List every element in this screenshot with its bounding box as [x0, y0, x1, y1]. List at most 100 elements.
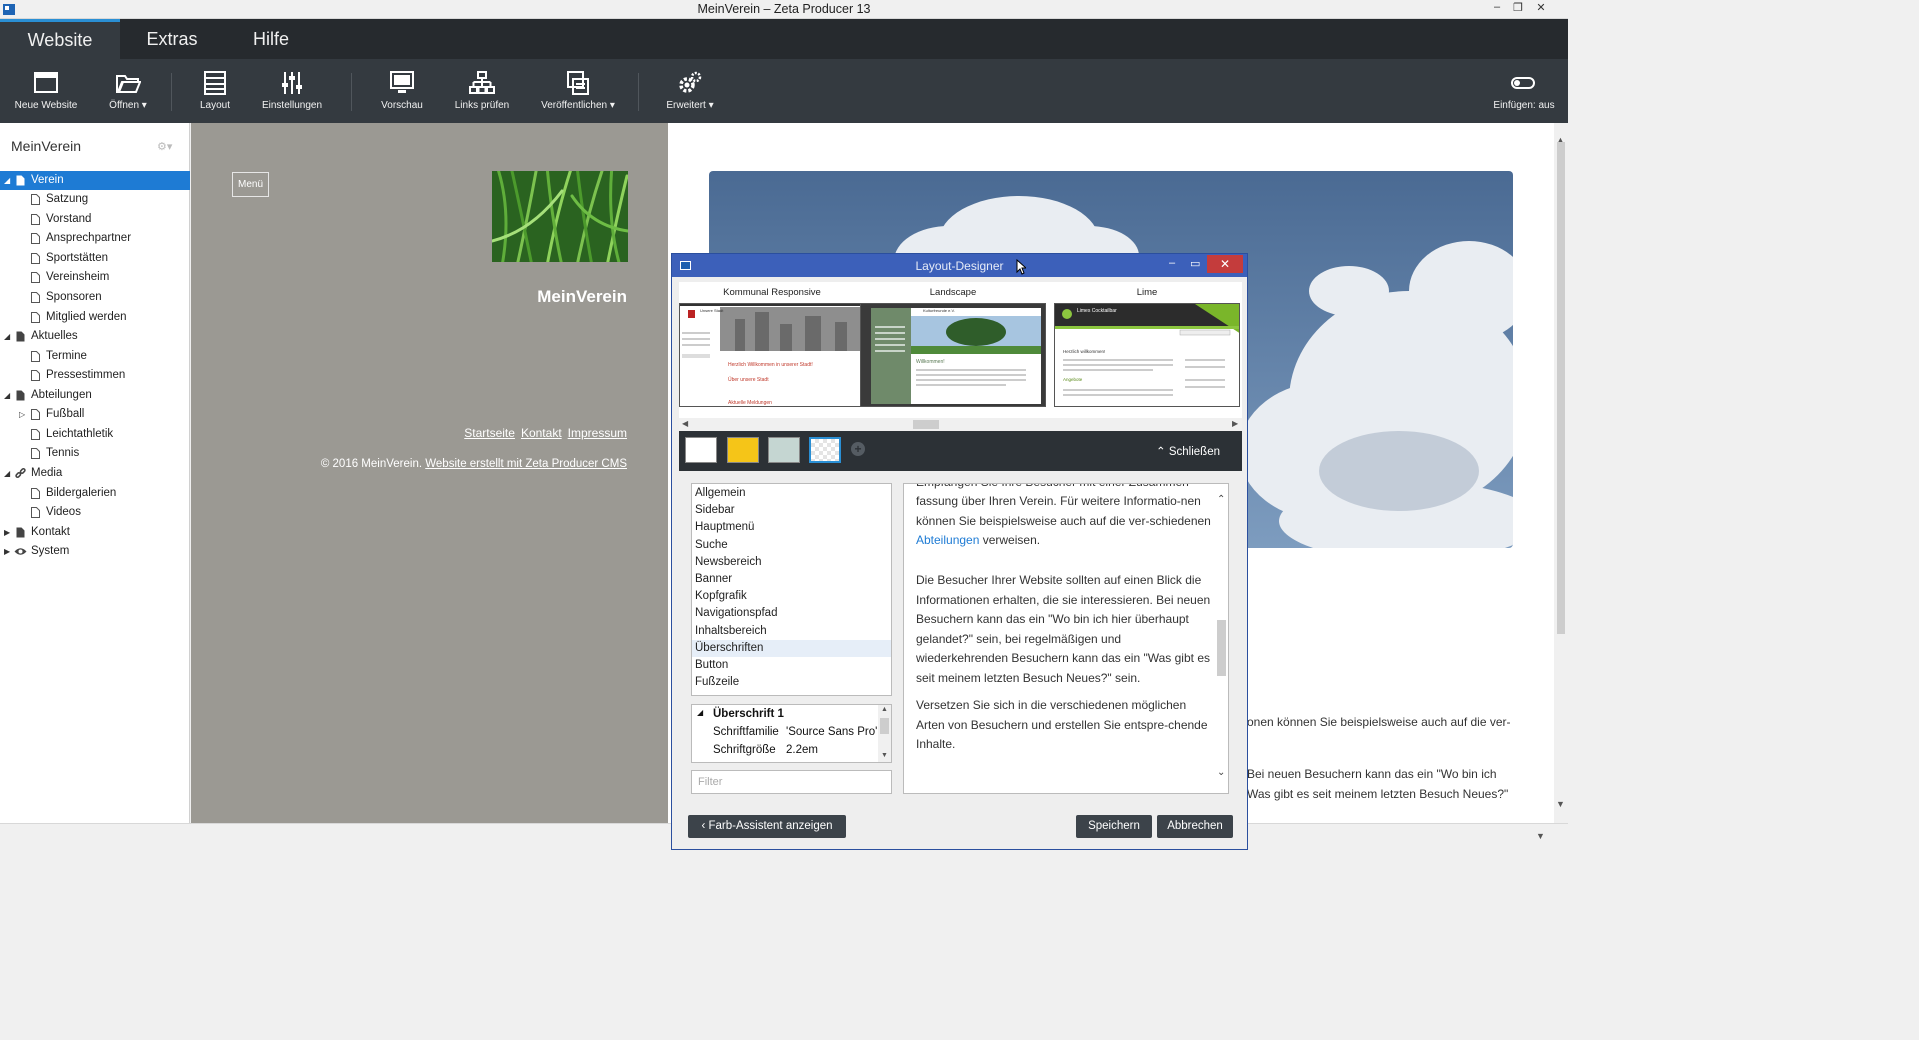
tree-item-vereinsheim[interactable]: Vereinsheim: [0, 268, 190, 287]
tree-item-satzung[interactable]: Satzung: [0, 190, 190, 209]
footer-link-startseite[interactable]: Startseite: [464, 426, 515, 440]
tree-item-fussball[interactable]: ▷ Fußball: [0, 405, 190, 424]
scrollbar-thumb[interactable]: [1217, 620, 1226, 676]
settings-button[interactable]: Einstellungen: [258, 59, 326, 123]
chevron-down-icon[interactable]: ▼: [1536, 831, 1545, 841]
preview-menu-button[interactable]: Menü: [232, 172, 269, 197]
tree-item-system[interactable]: ▶ System: [0, 542, 190, 561]
minimize-button[interactable]: –: [1486, 1, 1508, 13]
color-swatch-transparent[interactable]: [809, 437, 841, 463]
list-item[interactable]: Suche: [692, 537, 891, 554]
layout-card-landscape[interactable]: Landscape Kulturfreunde e.V. Willkommen!: [860, 282, 1046, 409]
list-item[interactable]: Sidebar: [692, 502, 891, 519]
scrollbar-thumb[interactable]: [880, 718, 889, 734]
collapse-arrow-icon[interactable]: ◢: [4, 386, 10, 405]
tab-website[interactable]: Website: [0, 19, 120, 59]
scroll-left-icon[interactable]: ◀: [682, 419, 688, 428]
tree-item-tennis[interactable]: Tennis: [0, 444, 190, 463]
maximize-button[interactable]: ❐: [1507, 1, 1529, 14]
close-button[interactable]: ✕: [1530, 1, 1552, 14]
property-value[interactable]: 2.2em: [786, 744, 818, 756]
add-color-icon[interactable]: +: [851, 442, 865, 456]
tree-item-kontakt[interactable]: ▶ Kontakt: [0, 523, 190, 542]
cancel-button[interactable]: Abbrechen: [1157, 815, 1233, 838]
advanced-button[interactable]: Erweitert ▾: [662, 59, 718, 123]
dialog-maximize-button[interactable]: ▭: [1190, 257, 1200, 270]
tab-extras[interactable]: Extras: [120, 19, 224, 59]
list-item[interactable]: Allgemein: [692, 485, 891, 502]
expand-arrow-icon[interactable]: ▶: [4, 542, 10, 561]
layout-gallery-scrollbar[interactable]: ◀ ▶: [679, 418, 1242, 431]
color-assistant-button[interactable]: ‹ Farb-Assistent anzeigen: [688, 815, 846, 838]
scrollbar-thumb[interactable]: [913, 420, 939, 429]
filter-input[interactable]: Filter: [691, 770, 892, 794]
list-item[interactable]: Navigationspfad: [692, 605, 891, 622]
dialog-minimize-button[interactable]: –: [1169, 257, 1175, 269]
collapse-arrow-icon[interactable]: ◢: [4, 171, 10, 190]
text-preview-scrollbar[interactable]: ⌃ ⌄: [1215, 484, 1228, 793]
collapse-button[interactable]: ⌃ Schließen: [1156, 444, 1220, 458]
tab-hilfe[interactable]: Hilfe: [224, 19, 318, 59]
tree-item-mitglied-werden[interactable]: Mitglied werden: [0, 308, 190, 327]
chevron-down-icon[interactable]: ⌄: [1217, 767, 1225, 778]
footer-link-impressum[interactable]: Impressum: [568, 426, 627, 440]
collapse-arrow-icon[interactable]: ◢: [4, 464, 10, 483]
tree-item-sportstaetten[interactable]: Sportstätten: [0, 249, 190, 268]
publish-button[interactable]: Veröffentlichen ▾: [536, 59, 620, 123]
color-swatch-mint[interactable]: [768, 437, 800, 463]
list-item-selected[interactable]: Überschriften: [692, 640, 891, 657]
tree-item-videos[interactable]: Videos: [0, 503, 190, 522]
list-item[interactable]: Kopfgrafik: [692, 588, 891, 605]
credit-link[interactable]: Website erstellt mit Zeta Producer CMS: [425, 458, 627, 470]
scrollbar-thumb[interactable]: [1557, 142, 1565, 634]
color-swatch-yellow[interactable]: [727, 437, 759, 463]
expand-arrow-icon[interactable]: ▷: [19, 405, 25, 424]
tree-item-sponsoren[interactable]: Sponsoren: [0, 288, 190, 307]
collapse-arrow-icon[interactable]: ◢: [697, 708, 703, 717]
expand-arrow-icon[interactable]: ▶: [4, 523, 10, 542]
gear-icon[interactable]: ⚙▾: [157, 140, 172, 153]
scroll-up-icon[interactable]: ▲: [881, 706, 888, 713]
footer-link-kontakt[interactable]: Kontakt: [521, 426, 562, 440]
preview-button[interactable]: Vorschau: [374, 59, 430, 123]
tree-item-aktuelles[interactable]: ◢ Aktuelles: [0, 327, 190, 346]
scroll-right-icon[interactable]: ▶: [1232, 419, 1238, 428]
color-swatch-white[interactable]: [685, 437, 717, 463]
list-item[interactable]: Inhaltsbereich: [692, 623, 891, 640]
tree-item-ansprechpartner[interactable]: Ansprechpartner: [0, 229, 190, 248]
new-website-button[interactable]: Neue Website: [12, 59, 80, 123]
layout-gallery: Kommunal Responsive Unsere Stadt Herzlic…: [679, 282, 1242, 431]
settings-label: Einstellungen: [261, 100, 323, 111]
list-item[interactable]: Banner: [692, 571, 891, 588]
tree-item-abteilungen[interactable]: ◢ Abteilungen: [0, 386, 190, 405]
layout-button[interactable]: Layout: [190, 59, 240, 123]
tree-item-pressestimmen[interactable]: Pressestimmen: [0, 366, 190, 385]
chevron-up-icon[interactable]: ⌃: [1217, 494, 1225, 505]
list-item[interactable]: Button: [692, 657, 891, 674]
layout-thumbnail: Unsere Stadt Herzlich Willkommen in unse…: [679, 303, 865, 407]
dialog-close-button[interactable]: ✕: [1207, 255, 1243, 273]
layout-card-kommunal[interactable]: Kommunal Responsive Unsere Stadt Herzlic…: [679, 282, 865, 409]
layout-card-lime[interactable]: Lime Limes Cocktailbar Herzlich willkomm…: [1054, 282, 1240, 409]
open-button[interactable]: Öffnen ▾: [100, 59, 156, 123]
tree-item-verein[interactable]: ◢ Verein: [0, 171, 190, 190]
tree-item-termine[interactable]: Termine: [0, 347, 190, 366]
tree-item-vorstand[interactable]: Vorstand: [0, 210, 190, 229]
list-item[interactable]: Newsbereich: [692, 554, 891, 571]
preview-scrollbar[interactable]: ▲ ▼: [1554, 123, 1568, 823]
tree-item-bildergalerien[interactable]: Bildergalerien: [0, 484, 190, 503]
save-button[interactable]: Speichern: [1076, 815, 1152, 838]
scroll-down-icon[interactable]: ▼: [881, 752, 888, 759]
collapse-arrow-icon[interactable]: ◢: [4, 327, 10, 346]
list-item[interactable]: Hauptmenü: [692, 519, 891, 536]
list-item[interactable]: Fußzeile: [692, 674, 891, 691]
insert-toggle-area[interactable]: Einfügen: aus: [1490, 59, 1558, 123]
tree-item-leichtathletik[interactable]: Leichtathletik: [0, 425, 190, 444]
check-links-button[interactable]: Links prüfen: [450, 59, 514, 123]
property-value[interactable]: 'Source Sans Pro',: [786, 726, 881, 738]
tree-item-media[interactable]: ◢ Media: [0, 464, 190, 483]
property-scrollbar[interactable]: ▲ ▼: [878, 705, 891, 762]
style-category-list: Allgemein Sidebar Hauptmenü Suche Newsbe…: [691, 483, 892, 696]
abteilungen-link[interactable]: Abteilungen: [916, 533, 979, 547]
scroll-down-icon[interactable]: ▼: [1556, 799, 1565, 809]
